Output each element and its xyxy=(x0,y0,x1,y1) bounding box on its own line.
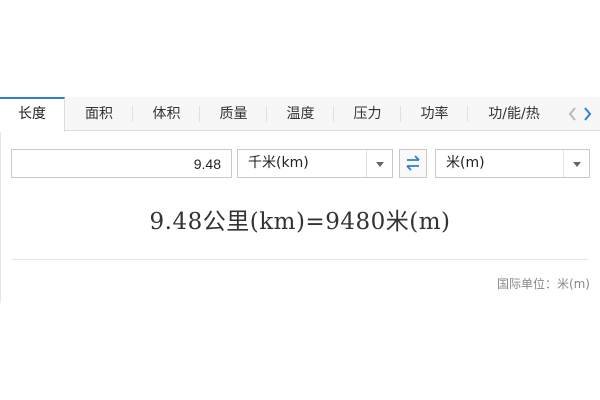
tab-mass[interactable]: 质量 xyxy=(200,97,267,131)
swap-arrows-icon xyxy=(406,155,420,171)
tab-work-energy-heat[interactable]: 功/能/热 xyxy=(468,97,560,131)
tab-label: 功/能/热 xyxy=(488,106,540,122)
tab-label: 长度 xyxy=(18,106,46,122)
conversion-result: 9.48公里(km)=9480米(m) xyxy=(149,209,451,235)
tab-volume[interactable]: 体积 xyxy=(133,97,200,131)
tab-label: 体积 xyxy=(152,106,181,122)
swap-units-button[interactable] xyxy=(399,149,427,178)
to-unit-select[interactable]: 米(m) xyxy=(435,149,590,178)
tab-label: 功率 xyxy=(420,106,449,122)
to-unit-value: 米(m) xyxy=(446,155,485,171)
value-input[interactable] xyxy=(11,149,232,178)
from-unit-value: 千米(km) xyxy=(248,155,309,171)
tab-label: 质量 xyxy=(219,106,248,122)
tab-label: 面积 xyxy=(85,106,113,122)
si-unit-label: 国际单位：米(m) xyxy=(496,277,590,291)
tab-power[interactable]: 功率 xyxy=(401,97,468,131)
tab-length[interactable]: 长度 xyxy=(0,97,65,132)
caret-down-icon[interactable] xyxy=(366,150,392,177)
caret-down-icon[interactable] xyxy=(563,150,589,177)
tab-temperature[interactable]: 温度 xyxy=(267,97,334,131)
chevron-left-icon[interactable] xyxy=(566,106,580,122)
tab-area[interactable]: 面积 xyxy=(65,97,133,131)
from-unit-select[interactable]: 千米(km) xyxy=(237,149,393,178)
divider xyxy=(12,259,588,260)
chevron-right-icon[interactable] xyxy=(580,106,594,122)
tab-label: 压力 xyxy=(353,106,382,122)
unit-converter: 长度 面积 体积 质量 温度 压力 功率 功/能/热 千米(km) 米(m) 9… xyxy=(0,97,600,303)
tab-label: 温度 xyxy=(286,106,315,122)
tab-pressure[interactable]: 压力 xyxy=(334,97,401,131)
category-tab-bar: 长度 面积 体积 质量 温度 压力 功率 功/能/热 xyxy=(0,97,600,132)
